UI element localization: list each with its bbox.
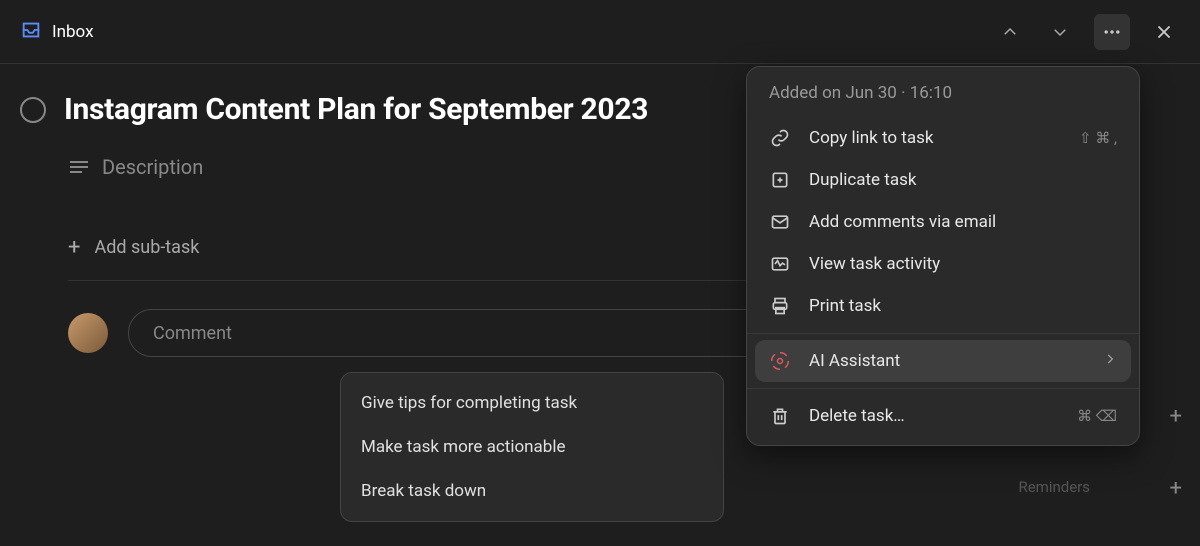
mail-icon	[769, 211, 791, 233]
complete-checkbox[interactable]	[20, 97, 46, 123]
menu-item-copy-link[interactable]: Copy link to task ⇧ ⌘ ,	[747, 117, 1139, 159]
nav-down-button[interactable]	[1044, 16, 1076, 48]
ai-submenu-item-tips[interactable]: Give tips for completing task	[341, 381, 723, 425]
ai-submenu-item-breakdown[interactable]: Break task down	[341, 469, 723, 513]
header-right	[994, 14, 1180, 50]
link-icon	[769, 127, 791, 149]
menu-label: Copy link to task	[809, 128, 933, 148]
menu-label: Duplicate task	[809, 170, 916, 190]
trash-icon	[769, 405, 791, 427]
nav-up-button[interactable]	[994, 16, 1026, 48]
shortcut: ⌘ ⌫	[1077, 407, 1117, 425]
context-menu: Added on Jun 30 · 16:10 Copy link to tas…	[746, 66, 1140, 446]
reminders-label: Reminders	[1018, 478, 1090, 496]
menu-label: Delete task…	[809, 406, 905, 426]
comment-placeholder: Comment	[153, 323, 232, 344]
shortcut: ⇧ ⌘ ,	[1079, 129, 1117, 147]
close-button[interactable]	[1148, 16, 1180, 48]
chevron-right-icon	[1103, 351, 1117, 371]
menu-item-activity[interactable]: View task activity	[747, 243, 1139, 285]
app-header: Inbox	[0, 0, 1200, 64]
ai-submenu: Give tips for completing task Make task …	[340, 372, 724, 522]
side-add-button[interactable]: +	[1170, 476, 1182, 501]
more-options-button[interactable]	[1094, 14, 1130, 50]
menu-header-added: Added on Jun 30 · 16:10	[747, 67, 1139, 117]
description-icon	[70, 161, 88, 173]
menu-item-delete[interactable]: Delete task… ⌘ ⌫	[747, 395, 1139, 437]
menu-label: Add comments via email	[809, 212, 996, 232]
menu-item-duplicate[interactable]: Duplicate task	[747, 159, 1139, 201]
avatar	[68, 313, 108, 353]
menu-label: AI Assistant	[809, 351, 900, 371]
ai-submenu-item-actionable[interactable]: Make task more actionable	[341, 425, 723, 469]
menu-item-ai-assistant[interactable]: AI Assistant	[755, 340, 1131, 382]
menu-label: View task activity	[809, 254, 940, 274]
print-icon	[769, 295, 791, 317]
add-subtask-label: Add sub-task	[94, 237, 199, 258]
task-title[interactable]: Instagram Content Plan for September 202…	[64, 92, 648, 127]
plus-icon: +	[68, 235, 80, 260]
description-label: Description	[102, 155, 203, 179]
header-left: Inbox	[20, 19, 94, 45]
side-add-button[interactable]: +	[1170, 404, 1182, 429]
menu-separator	[747, 388, 1139, 389]
menu-item-print[interactable]: Print task	[747, 285, 1139, 327]
menu-label: Print task	[809, 296, 881, 316]
activity-icon	[769, 253, 791, 275]
menu-item-email[interactable]: Add comments via email	[747, 201, 1139, 243]
ai-assistant-icon	[769, 350, 791, 372]
inbox-icon	[20, 19, 42, 45]
duplicate-icon	[769, 169, 791, 191]
menu-separator	[747, 333, 1139, 334]
header-title: Inbox	[52, 22, 94, 42]
